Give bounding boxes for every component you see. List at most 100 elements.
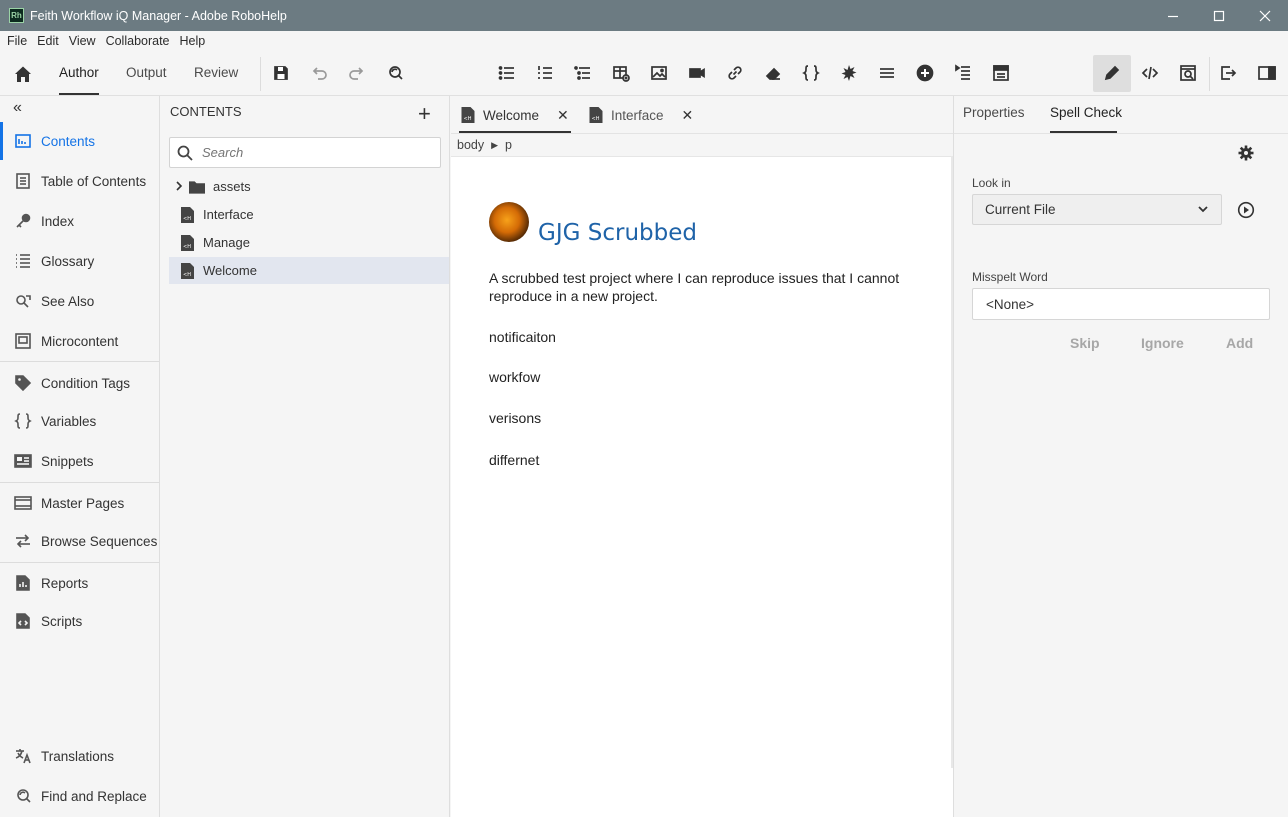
- undo-button[interactable]: [309, 63, 329, 83]
- insert-video-button[interactable]: [687, 63, 707, 83]
- export-button[interactable]: [1218, 63, 1238, 83]
- misspelt-word-label: Misspelt Word: [972, 270, 1048, 284]
- start-spell-check-button[interactable]: [1237, 201, 1255, 219]
- nav-label: See Also: [41, 293, 95, 309]
- look-in-dropdown[interactable]: Current File: [972, 194, 1222, 225]
- contents-search[interactable]: [169, 137, 441, 168]
- gear-icon: [1238, 145, 1254, 161]
- breadcrumb-body[interactable]: body: [457, 138, 484, 152]
- document-content[interactable]: GJG Scrubbed A scrubbed test project whe…: [489, 200, 929, 305]
- nav-reports[interactable]: Reports: [0, 564, 159, 602]
- close-window-button[interactable]: [1242, 0, 1288, 31]
- tree-item-welcome[interactable]: <H Welcome: [169, 257, 449, 284]
- panel-tab-divider: [954, 133, 1288, 134]
- tab-welcome[interactable]: <H Welcome ✕: [461, 96, 569, 134]
- nav-index[interactable]: Index: [0, 202, 159, 240]
- collapse-nav-button[interactable]: «: [13, 99, 22, 117]
- tree-item-label: assets: [213, 179, 251, 194]
- tab-interface[interactable]: <H Interface ✕: [589, 96, 693, 134]
- save-button[interactable]: [271, 63, 291, 83]
- robohelp-app-icon: Rh: [9, 8, 24, 23]
- table-icon: [613, 66, 630, 82]
- add-topic-button[interactable]: +: [418, 103, 431, 125]
- nav-see-also[interactable]: See Also: [0, 282, 159, 320]
- nav-master-pages[interactable]: Master Pages: [0, 484, 159, 522]
- svg-text:<H: <H: [183, 244, 191, 250]
- numbered-list-button[interactable]: [535, 63, 555, 83]
- close-tab-button[interactable]: ✕: [682, 107, 694, 124]
- look-in-value: Current File: [985, 202, 1056, 217]
- search-input[interactable]: [202, 145, 422, 160]
- tab-spell-check[interactable]: Spell Check: [1050, 105, 1122, 120]
- nav-translations[interactable]: Translations: [0, 737, 159, 775]
- close-tab-button[interactable]: ✕: [557, 107, 569, 124]
- insert-image-button[interactable]: [649, 63, 669, 83]
- multilevel-list-icon: [574, 66, 590, 80]
- tree-item-interface[interactable]: <H Interface: [169, 201, 449, 228]
- spell-check-settings-button[interactable]: [1237, 144, 1257, 164]
- tree-item-assets[interactable]: assets: [169, 173, 449, 200]
- insert-link-button[interactable]: [725, 63, 745, 83]
- nav-browse-sequences[interactable]: Browse Sequences: [0, 522, 159, 560]
- menu-collaborate[interactable]: Collaborate: [102, 34, 174, 48]
- insert-variable-button[interactable]: [801, 63, 821, 83]
- insert-table-button[interactable]: [611, 63, 631, 83]
- close-icon: [1259, 10, 1271, 21]
- tab-review[interactable]: Review: [194, 65, 238, 80]
- skip-button[interactable]: Skip: [1070, 335, 1100, 351]
- toggle-panel-button[interactable]: [1257, 63, 1277, 83]
- tab-output[interactable]: Output: [126, 65, 167, 80]
- menu-help[interactable]: Help: [176, 34, 210, 48]
- editor-area: <H Welcome ✕ <H Interface ✕ body ▶ p GJG…: [451, 96, 953, 817]
- nav-glossary[interactable]: Glossary: [0, 242, 159, 280]
- insert-snippet-button[interactable]: [839, 63, 859, 83]
- tree-item-label: Interface: [203, 207, 254, 222]
- preview-button[interactable]: [1178, 63, 1198, 83]
- key-icon: [13, 211, 33, 231]
- insert-rule-button[interactable]: [877, 63, 897, 83]
- braces-icon: [802, 65, 820, 81]
- nav-condition-tags[interactable]: Condition Tags: [0, 364, 159, 402]
- add-button[interactable]: Add: [1226, 335, 1253, 351]
- insert-template-button[interactable]: [991, 63, 1011, 83]
- redo-icon: [349, 67, 364, 80]
- nav-label: Master Pages: [41, 495, 125, 511]
- menu-edit[interactable]: Edit: [33, 34, 63, 48]
- breadcrumb-p[interactable]: p: [505, 138, 512, 152]
- nav-find-and-replace[interactable]: Find and Replace: [0, 777, 159, 815]
- tab-author[interactable]: Author: [59, 65, 99, 80]
- nav-label: Variables: [41, 413, 97, 429]
- clear-formatting-button[interactable]: [763, 63, 783, 83]
- find-replace-toolbar-button[interactable]: [385, 63, 405, 83]
- menu-file[interactable]: File: [3, 34, 31, 48]
- ignore-button[interactable]: Ignore: [1141, 335, 1184, 351]
- starburst-icon: [841, 65, 857, 81]
- nav-snippets[interactable]: Snippets: [0, 442, 159, 480]
- minimize-button[interactable]: [1150, 0, 1196, 31]
- tree-item-manage[interactable]: <H Manage: [169, 229, 449, 256]
- active-mode-indicator: [59, 93, 99, 95]
- chevron-right-icon[interactable]: [174, 180, 186, 194]
- nav-variables[interactable]: Variables: [0, 402, 159, 440]
- braces-icon: [13, 411, 33, 431]
- author-view-button[interactable]: [1102, 63, 1122, 83]
- nav-table-of-contents[interactable]: Table of Contents: [0, 162, 159, 200]
- home-button[interactable]: [12, 63, 34, 85]
- tab-properties[interactable]: Properties: [963, 105, 1025, 120]
- redo-button[interactable]: [347, 63, 367, 83]
- misspelt-word-field[interactable]: <None>: [972, 288, 1270, 320]
- minimize-icon: [1168, 15, 1178, 17]
- insert-toc-button[interactable]: [953, 63, 973, 83]
- nav-microcontent[interactable]: Microcontent: [0, 322, 159, 360]
- horizontal-rule-icon: [880, 68, 894, 78]
- multilevel-list-button[interactable]: [573, 63, 593, 83]
- file-icon: <H: [179, 262, 195, 279]
- insert-item-button[interactable]: [915, 63, 935, 83]
- bulleted-list-button[interactable]: [497, 63, 517, 83]
- source-view-button[interactable]: [1140, 63, 1160, 83]
- nav-contents[interactable]: Contents: [0, 122, 159, 160]
- menu-view[interactable]: View: [65, 34, 100, 48]
- maximize-button[interactable]: [1196, 0, 1242, 31]
- nav-scripts[interactable]: Scripts: [0, 602, 159, 640]
- contents-icon: [13, 131, 33, 151]
